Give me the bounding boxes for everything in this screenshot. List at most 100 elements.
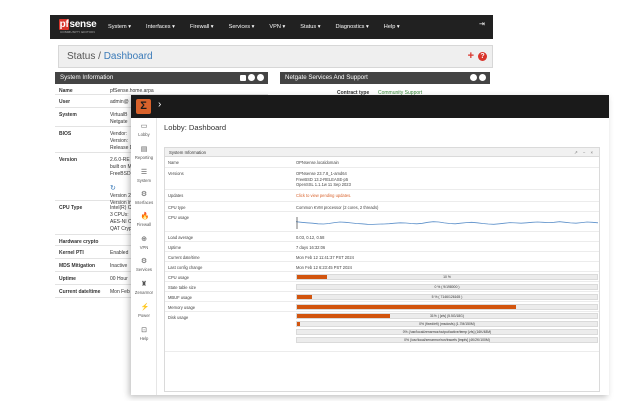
sidebar-item-power[interactable]: ⚡ Power bbox=[131, 304, 157, 318]
sidebar-item-zenarmor[interactable]: ♜ Zenarmor bbox=[131, 281, 157, 295]
info-label: Kernel PTI bbox=[59, 250, 84, 256]
info-value: VirtualB Netgate bbox=[110, 112, 128, 126]
updates-link[interactable]: Click to view pending updates. bbox=[296, 193, 351, 199]
system-info-row: CPU usage bbox=[165, 212, 599, 232]
sidebar-item-system[interactable]: ☰ System bbox=[131, 169, 157, 183]
menu-item-4[interactable]: VPN ▾ bbox=[269, 24, 285, 30]
cpu-usage-line bbox=[296, 221, 598, 225]
row-value: Common KVM processor (2 cores, 2 threads… bbox=[296, 205, 378, 211]
breadcrumb-dashboard[interactable]: Dashboard bbox=[104, 51, 153, 62]
menu-item-7[interactable]: Help ▾ bbox=[384, 24, 400, 30]
info-value: Inactive bbox=[110, 263, 127, 270]
sidebar-item-reporting[interactable]: ▤ Reporting bbox=[131, 146, 157, 160]
system-info-row: Versions OPNsense 23.7.8_1-amd64 FreeBSD 1… bbox=[165, 168, 599, 190]
sidebar-label: System bbox=[137, 178, 151, 183]
sidebar-item-vpn[interactable]: ⊕ VPN bbox=[131, 236, 157, 250]
menu-item-2[interactable]: Firewall ▾ bbox=[190, 24, 214, 30]
usage-bar-text: 31% ( [zfs] (5.5G/18G) bbox=[430, 314, 464, 318]
minimize-icon[interactable] bbox=[248, 74, 255, 81]
system-info-row: Last config change Mon Feb 12 6:23:45 PST… bbox=[165, 262, 599, 272]
info-label: System bbox=[59, 112, 77, 118]
row-value: Mon Feb 12 6:23:45 PST 2024 bbox=[296, 265, 352, 271]
row-label: Last config change bbox=[168, 265, 203, 270]
menu-item-6[interactable]: Diagnostics ▾ bbox=[336, 24, 369, 30]
system-info-row: Updates Click to view pending updates. bbox=[165, 190, 599, 202]
info-value-line: AES-NI C bbox=[110, 219, 132, 225]
widget-header: System Information ↗ − × bbox=[165, 148, 599, 157]
info-label: BIOS bbox=[59, 131, 72, 137]
opnsense-sidebar: ▭ Lobby ▤ Reporting ☰ System ⚙ Interfaces 🔥 Firew… bbox=[131, 118, 157, 395]
menu-item-1[interactable]: Interfaces ▾ bbox=[146, 24, 175, 30]
help-icon[interactable]: ? bbox=[478, 52, 487, 61]
info-value: pfSense.home.arpa bbox=[110, 88, 154, 95]
close-icon[interactable] bbox=[479, 74, 486, 81]
refresh-icon[interactable]: ↻ bbox=[110, 185, 116, 192]
sidebar-item-help[interactable]: ⊡ Help bbox=[131, 327, 157, 341]
sidebar-label: Firewall bbox=[136, 222, 152, 227]
info-value-line: Version: bbox=[110, 138, 129, 144]
row-value-line: Mon Feb 12 6:23:45 PST 2024 bbox=[296, 265, 352, 270]
minimize-icon[interactable] bbox=[470, 74, 477, 81]
pfsense-page-header: Status / Dashboard + ? bbox=[58, 45, 493, 68]
usage-bar: 0% (/usr/local/zenarmor/run/tracefs [tmp… bbox=[296, 337, 598, 343]
info-value-line: FreeBSD bbox=[110, 171, 131, 177]
usage-bar bbox=[296, 304, 598, 310]
system-information-title: System Information bbox=[60, 74, 114, 81]
row-value-line: 7 days 16:32:06 bbox=[296, 245, 326, 250]
info-value-line: Version 2 bbox=[110, 193, 131, 199]
row-label: Current date/time bbox=[168, 255, 200, 260]
logout-icon[interactable]: ⇥ bbox=[479, 21, 487, 29]
usage-bar-text: 0% (/usr/local/zenarmor/run/tracefs [tmp… bbox=[404, 338, 490, 342]
info-value-line: 3 CPUs: bbox=[110, 212, 129, 218]
system-info-row: Disk usage 31% ( [zfs] (5.5G/18G) 0% (fixe… bbox=[165, 312, 599, 352]
row-label: Updates bbox=[168, 193, 184, 198]
row-value-line: Common KVM processor (2 cores, 2 threads… bbox=[296, 205, 379, 210]
info-row: Name pfSense.home.arpa bbox=[55, 84, 268, 95]
info-label: Hardware crypto bbox=[59, 239, 99, 245]
info-label: Current date/time bbox=[59, 289, 101, 295]
sidebar-item-services[interactable]: ⚙ Services bbox=[131, 258, 157, 272]
info-value-line: Release D bbox=[110, 145, 134, 151]
usage-bar-text: 0% (fixed/efi) (msdosfs) (1.7M/150M) bbox=[419, 322, 475, 326]
breadcrumb-status[interactable]: Status / bbox=[67, 51, 101, 62]
row-label: Disk usage bbox=[168, 315, 189, 320]
menu-item-3[interactable]: Services ▾ bbox=[229, 24, 255, 30]
wrench-icon[interactable] bbox=[240, 75, 246, 81]
sidebar-label: Reporting bbox=[134, 155, 154, 160]
close-icon[interactable] bbox=[257, 74, 264, 81]
opnsense-logo[interactable]: Σ bbox=[136, 99, 151, 114]
screenshot-canvas: pfsense COMMUNITY EDITION System ▾ Interf… bbox=[0, 0, 622, 401]
system-info-row: Current date/time Mon Feb 12 11:41:37 PST… bbox=[165, 252, 599, 262]
sidebar-item-interfaces[interactable]: ⚙ Interfaces bbox=[131, 191, 157, 205]
sidebar-item-firewall[interactable]: 🔥 Firewall bbox=[131, 213, 157, 227]
widget-controls[interactable]: ↗ − × bbox=[574, 148, 595, 157]
menu-item-0[interactable]: System ▾ bbox=[108, 24, 131, 30]
info-label: Name bbox=[59, 88, 73, 94]
row-value-line: OPNsense 23.7.8_1-amd64 bbox=[296, 171, 347, 176]
vpn-icon: ⊕ bbox=[141, 236, 147, 243]
row-value-line: Click to view pending updates. bbox=[296, 193, 352, 198]
sidebar-label: Help bbox=[139, 336, 149, 341]
row-label: Name bbox=[168, 160, 179, 165]
sidebar-item-lobby[interactable]: ▭ Lobby bbox=[131, 123, 157, 137]
chevron-right-icon[interactable]: › bbox=[158, 99, 161, 110]
usage-bar: 0% (fixed/efi) (msdosfs) (1.7M/150M) bbox=[296, 321, 598, 327]
sidebar-label: VPN bbox=[139, 245, 149, 250]
usage-bar: 0% (/usr/local/zenarmor/output/active/te… bbox=[296, 329, 598, 335]
info-value: Vendor: Version: Release D bbox=[110, 131, 133, 152]
pfsense-navbar: pfsense COMMUNITY EDITION System ▾ Interf… bbox=[50, 15, 493, 39]
pfsense-logo[interactable]: pfsense COMMUNITY EDITION bbox=[54, 17, 101, 37]
add-widget-icon[interactable]: + bbox=[468, 50, 474, 62]
usage-bar: 0 % ( 9/198000 ) bbox=[296, 284, 598, 290]
cpu-usage-graph bbox=[296, 217, 598, 229]
opnsense-topbar: Σ › bbox=[131, 95, 609, 118]
info-value: Enabled bbox=[110, 250, 128, 257]
row-value: OPNsense.localdomain bbox=[296, 160, 339, 166]
system-info-row: MBUF usage 5 % ( 7146/126165 ) bbox=[165, 292, 599, 302]
row-label: CPU usage bbox=[168, 215, 189, 220]
info-value-line: Vendor: bbox=[110, 131, 128, 137]
menu-item-5[interactable]: Status ▾ bbox=[300, 24, 320, 30]
info-value-line: pfSense.home.arpa bbox=[110, 88, 154, 94]
usage-bar-text: 10 % bbox=[443, 275, 451, 279]
services-icon: ⚙ bbox=[140, 258, 148, 265]
